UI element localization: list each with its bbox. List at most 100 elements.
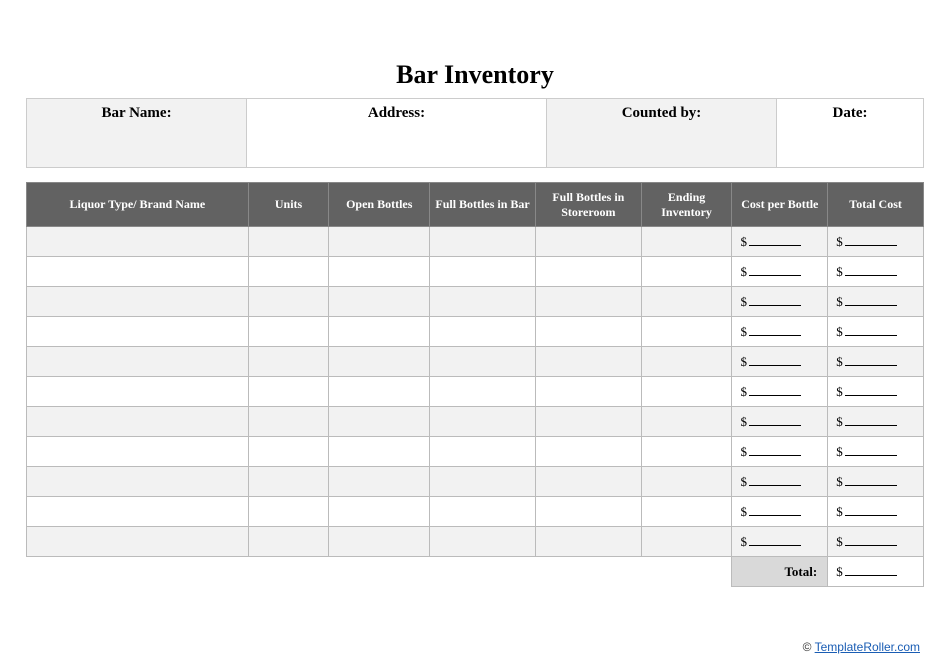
table-cell — [27, 407, 249, 437]
table-cell — [248, 347, 329, 377]
table-cell — [329, 497, 430, 527]
dollar-sign: $ — [740, 294, 747, 309]
table-cell — [27, 377, 249, 407]
table-cell — [535, 287, 641, 317]
cost-per-bottle-field: $ — [740, 294, 801, 309]
table-cell — [329, 527, 430, 557]
table-cell — [430, 287, 536, 317]
table-cell — [535, 317, 641, 347]
table-cell — [430, 347, 536, 377]
table-cell — [430, 407, 536, 437]
table-cell: $ — [732, 377, 828, 407]
blank-line — [749, 534, 801, 546]
table-cell — [430, 227, 536, 257]
table-row: $$ — [27, 497, 924, 527]
dollar-sign: $ — [740, 414, 747, 429]
dollar-sign: $ — [740, 234, 747, 249]
cost-per-bottle-field: $ — [740, 384, 801, 399]
table-cell: $ — [828, 227, 924, 257]
blank-line — [749, 444, 801, 456]
total-label: Total: — [732, 557, 828, 587]
table-cell: $ — [732, 407, 828, 437]
empty-cell — [27, 557, 249, 587]
total-cost-field: $ — [836, 444, 897, 459]
table-cell: $ — [828, 377, 924, 407]
table-row: $$ — [27, 527, 924, 557]
table-cell — [248, 527, 329, 557]
blank-line — [845, 384, 897, 396]
empty-cell — [329, 557, 430, 587]
col-header-liquor: Liquor Type/ Brand Name — [27, 183, 249, 227]
table-cell: $ — [828, 497, 924, 527]
table-cell — [430, 497, 536, 527]
table-cell: $ — [732, 347, 828, 377]
col-header-open-bottles: Open Bottles — [329, 183, 430, 227]
table-cell — [430, 257, 536, 287]
table-cell — [535, 377, 641, 407]
table-cell: $ — [828, 317, 924, 347]
total-cost-field: $ — [836, 414, 897, 429]
blank-line — [749, 294, 801, 306]
blank-line — [845, 324, 897, 336]
info-address: Address: — [247, 99, 547, 167]
table-cell: $ — [828, 257, 924, 287]
total-cost-field: $ — [836, 534, 897, 549]
table-row: $$ — [27, 407, 924, 437]
col-header-cost-per-bottle: Cost per Bottle — [732, 183, 828, 227]
table-row: $$ — [27, 437, 924, 467]
table-cell — [641, 497, 732, 527]
table-cell: $ — [732, 527, 828, 557]
table-cell — [329, 257, 430, 287]
table-cell — [248, 407, 329, 437]
table-cell: $ — [828, 347, 924, 377]
table-cell — [329, 287, 430, 317]
cost-per-bottle-field: $ — [740, 474, 801, 489]
blank-line — [749, 474, 801, 486]
table-cell — [248, 497, 329, 527]
table-cell — [27, 347, 249, 377]
table-cell: $ — [828, 527, 924, 557]
table-header-row: Liquor Type/ Brand Name Units Open Bottl… — [27, 183, 924, 227]
dollar-sign: $ — [740, 324, 747, 339]
info-date: Date: — [777, 99, 923, 167]
total-row: Total:$ — [27, 557, 924, 587]
table-cell — [27, 287, 249, 317]
table-cell — [535, 497, 641, 527]
total-cost-field: $ — [836, 354, 897, 369]
credit-link[interactable]: TemplateRoller.com — [815, 640, 920, 654]
table-cell — [27, 467, 249, 497]
total-cost-field: $ — [836, 384, 897, 399]
copyright-symbol: © — [803, 640, 812, 654]
table-cell — [248, 257, 329, 287]
col-header-ending-inventory: Ending Inventory — [641, 183, 732, 227]
table-cell — [329, 317, 430, 347]
table-cell — [641, 317, 732, 347]
blank-line — [845, 294, 897, 306]
table-cell: $ — [828, 287, 924, 317]
blank-line — [845, 234, 897, 246]
blank-line — [749, 384, 801, 396]
blank-line — [845, 534, 897, 546]
dollar-sign: $ — [836, 414, 843, 429]
table-cell: $ — [732, 287, 828, 317]
table-cell — [641, 467, 732, 497]
info-bar-name: Bar Name: — [27, 99, 247, 167]
dollar-sign: $ — [836, 264, 843, 279]
dollar-sign: $ — [836, 294, 843, 309]
info-counted-by: Counted by: — [547, 99, 777, 167]
col-header-total-cost: Total Cost — [828, 183, 924, 227]
table-cell — [535, 227, 641, 257]
dollar-sign: $ — [836, 534, 843, 549]
total-cost-field: $ — [836, 294, 897, 309]
blank-line — [845, 264, 897, 276]
total-cost-field: $ — [836, 504, 897, 519]
table-cell — [329, 467, 430, 497]
cost-per-bottle-field: $ — [740, 264, 801, 279]
table-cell — [329, 437, 430, 467]
table-cell — [430, 437, 536, 467]
col-header-full-storeroom: Full Bottles in Storeroom — [535, 183, 641, 227]
table-cell — [535, 347, 641, 377]
table-cell: $ — [732, 317, 828, 347]
table-cell — [641, 377, 732, 407]
blank-line — [845, 504, 897, 516]
